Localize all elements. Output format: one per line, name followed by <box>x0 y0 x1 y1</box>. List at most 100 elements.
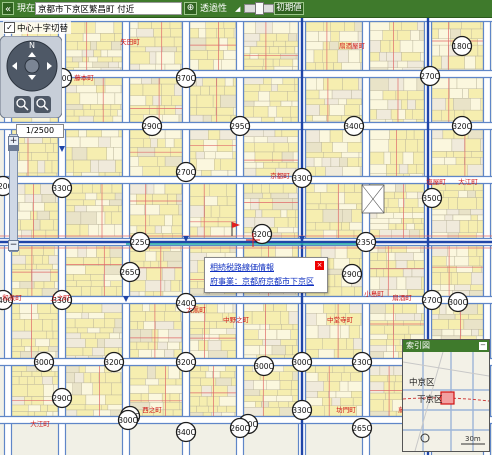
price-marker[interactable]: 330C <box>51 177 73 199</box>
building-parcel <box>259 33 277 42</box>
building-parcel <box>65 49 83 58</box>
price-marker[interactable]: 260C <box>229 417 251 439</box>
price-marker[interactable]: 350C <box>421 187 443 209</box>
price-marker[interactable]: 270C <box>421 289 443 311</box>
center-crosshair-button[interactable]: ⊕ <box>184 2 197 15</box>
inheritance-tax-link[interactable]: 相続税路線価情報 <box>210 262 274 273</box>
building-parcel <box>47 152 59 161</box>
building-parcel <box>40 404 48 412</box>
price-marker[interactable]: 300C <box>291 351 313 373</box>
building-parcel <box>379 365 395 376</box>
building-parcel <box>42 255 49 265</box>
building-parcel <box>49 210 59 220</box>
center-cross-toggle[interactable]: ✓ 中心十字切替 <box>3 21 72 34</box>
pan-north-label[interactable]: N <box>29 41 35 50</box>
building-parcel <box>305 129 320 143</box>
building-parcel <box>129 214 150 227</box>
zoom-slider-track[interactable] <box>9 134 18 252</box>
price-marker[interactable]: 235C <box>355 231 377 253</box>
building-parcel <box>18 202 34 212</box>
price-marker[interactable]: 300C <box>117 409 139 431</box>
building-parcel <box>403 320 421 327</box>
building-parcel <box>457 272 472 285</box>
price-marker[interactable]: 300C <box>33 351 55 373</box>
price-marker[interactable]: 225C <box>129 231 151 253</box>
zoom-out-magnifier-button[interactable] <box>34 96 51 113</box>
building-parcel <box>129 105 150 115</box>
price-marker[interactable]: 230C <box>351 351 373 373</box>
price-marker[interactable]: 300C <box>253 355 275 377</box>
zoom-out-button[interactable]: − <box>8 240 19 251</box>
street-name: 塩屋町 <box>426 177 446 186</box>
building-parcel <box>65 92 81 105</box>
building-parcel <box>369 60 389 68</box>
building-parcel <box>170 280 180 292</box>
building-parcel <box>140 329 153 343</box>
price-marker[interactable]: 330C <box>291 167 313 189</box>
district-info-link[interactable]: 府事業：京都府京都市下京区 <box>210 276 314 287</box>
transparency-slider-thumb[interactable] <box>254 2 264 15</box>
building-parcel <box>401 21 418 31</box>
building-parcel <box>173 138 183 148</box>
price-marker[interactable]: 290C <box>341 263 363 285</box>
building-parcel <box>163 251 182 262</box>
building-parcel <box>216 28 225 39</box>
index-map-view[interactable]: 中京区 下京区 30m <box>403 352 489 451</box>
building-parcel <box>254 151 273 163</box>
price-marker[interactable]: 290C <box>51 387 73 409</box>
close-icon[interactable]: × <box>315 261 324 270</box>
price-marker[interactable]: 340C <box>175 421 197 443</box>
building-parcel <box>475 55 484 70</box>
building-parcel <box>85 394 106 405</box>
building-parcel <box>338 338 347 350</box>
price-value: 340C <box>344 122 364 131</box>
zoom-slider-thumb[interactable] <box>8 145 19 151</box>
building-parcel <box>262 66 275 71</box>
minimize-icon[interactable]: − <box>479 342 487 350</box>
building-parcel <box>145 95 154 106</box>
checkbox-icon[interactable]: ✓ <box>4 22 15 33</box>
price-marker[interactable]: 290C <box>141 115 163 137</box>
price-marker[interactable]: 320C <box>251 223 273 245</box>
building-parcel <box>410 30 420 41</box>
building-parcel <box>273 142 289 153</box>
price-marker[interactable]: 320C <box>451 115 473 137</box>
price-marker[interactable]: 320C <box>103 351 125 373</box>
price-marker[interactable]: 265C <box>351 417 373 439</box>
price-marker[interactable]: 270C <box>175 161 197 183</box>
building-parcel <box>162 46 177 53</box>
building-parcel <box>81 172 100 177</box>
building-parcel <box>100 67 121 71</box>
index-map-panel: 索引図 − 中京区 下京区 30m <box>402 339 490 452</box>
price-marker[interactable]: 300C <box>447 291 469 313</box>
building-parcel <box>113 146 123 161</box>
building-parcel <box>41 371 56 377</box>
building-parcel <box>469 290 484 297</box>
collapse-toolbar-button[interactable]: « <box>2 2 14 15</box>
price-marker[interactable]: 265C <box>119 261 141 283</box>
building-parcel <box>243 345 260 356</box>
price-value: 270C <box>420 72 440 81</box>
initial-display-button[interactable]: 初期値 <box>274 2 304 15</box>
price-marker[interactable]: 370C <box>175 67 197 89</box>
price-marker[interactable]: 270C <box>419 65 441 87</box>
building-parcel <box>196 158 215 171</box>
building-parcel <box>65 136 81 148</box>
building-parcel <box>305 381 324 392</box>
price-marker[interactable]: 330C <box>291 399 313 421</box>
price-marker[interactable]: 320C <box>175 351 197 373</box>
building-parcel <box>196 77 203 87</box>
building-parcel <box>200 85 210 96</box>
location-field[interactable] <box>35 2 182 15</box>
price-marker[interactable]: 295C <box>229 115 251 137</box>
building-parcel <box>287 91 299 102</box>
price-marker[interactable]: 340C <box>343 115 365 137</box>
price-marker[interactable]: 180C <box>451 35 473 57</box>
building-parcel <box>84 192 98 201</box>
building-parcel <box>357 31 363 42</box>
zoom-in-magnifier-button[interactable] <box>14 96 31 113</box>
building-parcel <box>323 77 343 91</box>
building-parcel <box>431 98 446 111</box>
building-parcel <box>30 346 39 352</box>
building-parcel <box>431 21 450 30</box>
